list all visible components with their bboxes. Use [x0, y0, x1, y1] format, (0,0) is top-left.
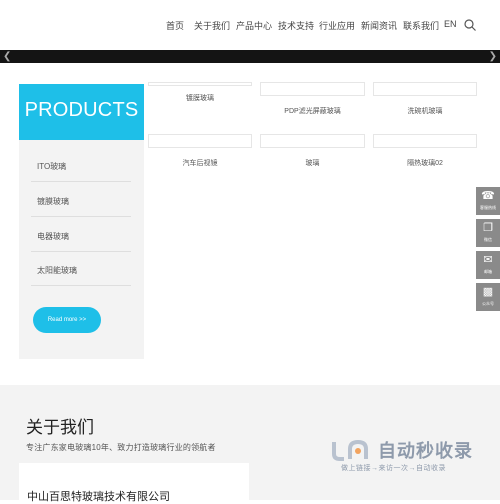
headset-icon: ☎ [481, 190, 495, 202]
product-image[interactable] [260, 134, 365, 148]
search-icon[interactable] [464, 19, 476, 31]
watermark-slogan: 做上链接→来访一次→自动收录 [341, 465, 446, 472]
product-title[interactable]: 汽车后视镜 [148, 158, 252, 168]
watermark-logo [332, 439, 368, 461]
mail-icon: ✉ [483, 254, 493, 266]
official-account-button[interactable]: ▩ 公众号 [476, 283, 500, 311]
product-title[interactable]: PDP滤光屏蔽玻璃 [260, 106, 365, 116]
product-image[interactable] [260, 82, 365, 96]
divider [31, 216, 131, 217]
product-image[interactable] [373, 82, 477, 96]
wechat-button[interactable]: ❐ 微信 [476, 219, 500, 247]
watermark-text: 自动秒收录 [378, 441, 473, 461]
nav-about[interactable]: 关于我们 [194, 19, 230, 32]
nav-home[interactable]: 首页 [166, 19, 184, 32]
tool-label: 邮箱 [484, 269, 492, 274]
about-title: 关于我们 [26, 418, 94, 437]
company-name: 中山百思特玻璃技术有限公司 [27, 491, 170, 503]
email-button[interactable]: ✉ 邮箱 [476, 251, 500, 279]
divider [31, 285, 131, 286]
wechat-icon: ❐ [483, 222, 493, 234]
qr-icon: ▩ [482, 286, 494, 298]
chevron-left-icon[interactable]: ❮ [3, 50, 11, 63]
about-subtitle: 专注广东家电玻璃10年、致力打造玻璃行业的领航者 [26, 443, 216, 452]
product-image[interactable] [148, 134, 252, 148]
divider [31, 181, 131, 182]
nav-products[interactable]: 产品中心 [236, 19, 272, 32]
nav-support[interactable]: 技术支持 [278, 19, 314, 32]
tool-label: 微信 [484, 237, 492, 242]
tool-label: 客服热线 [480, 205, 496, 210]
chevron-right-icon[interactable]: ❯ [489, 50, 497, 63]
nav-language-en[interactable]: EN [444, 19, 457, 29]
sidebar-header: PRODUCTS [19, 84, 144, 140]
banner-slider [0, 50, 500, 63]
product-title[interactable]: 洗碗机玻璃 [373, 106, 477, 116]
product-title[interactable]: 镀膜玻璃 [148, 93, 252, 103]
sidebar-title: PRODUCTS [24, 99, 139, 121]
read-more-button[interactable]: Read more >> [33, 307, 101, 333]
nav-contact[interactable]: 联系我们 [403, 19, 439, 32]
product-image[interactable] [373, 134, 477, 148]
tool-label: 公众号 [482, 301, 494, 306]
product-image[interactable] [148, 82, 252, 86]
sidebar-item-appliance-glass[interactable]: 电器玻璃 [37, 231, 69, 242]
customer-hotline-button[interactable]: ☎ 客服热线 [476, 187, 500, 215]
sidebar-item-ito-glass[interactable]: ITO玻璃 [37, 161, 66, 172]
product-title[interactable]: 隔热玻璃02 [373, 158, 477, 168]
nav-industry[interactable]: 行业应用 [319, 19, 355, 32]
nav-news[interactable]: 新闻资讯 [361, 19, 397, 32]
sidebar-item-coated-glass[interactable]: 镀膜玻璃 [37, 196, 69, 207]
product-title[interactable]: 玻璃 [260, 158, 365, 168]
sidebar-item-solar-glass[interactable]: 太阳能玻璃 [37, 265, 77, 276]
divider [31, 251, 131, 252]
